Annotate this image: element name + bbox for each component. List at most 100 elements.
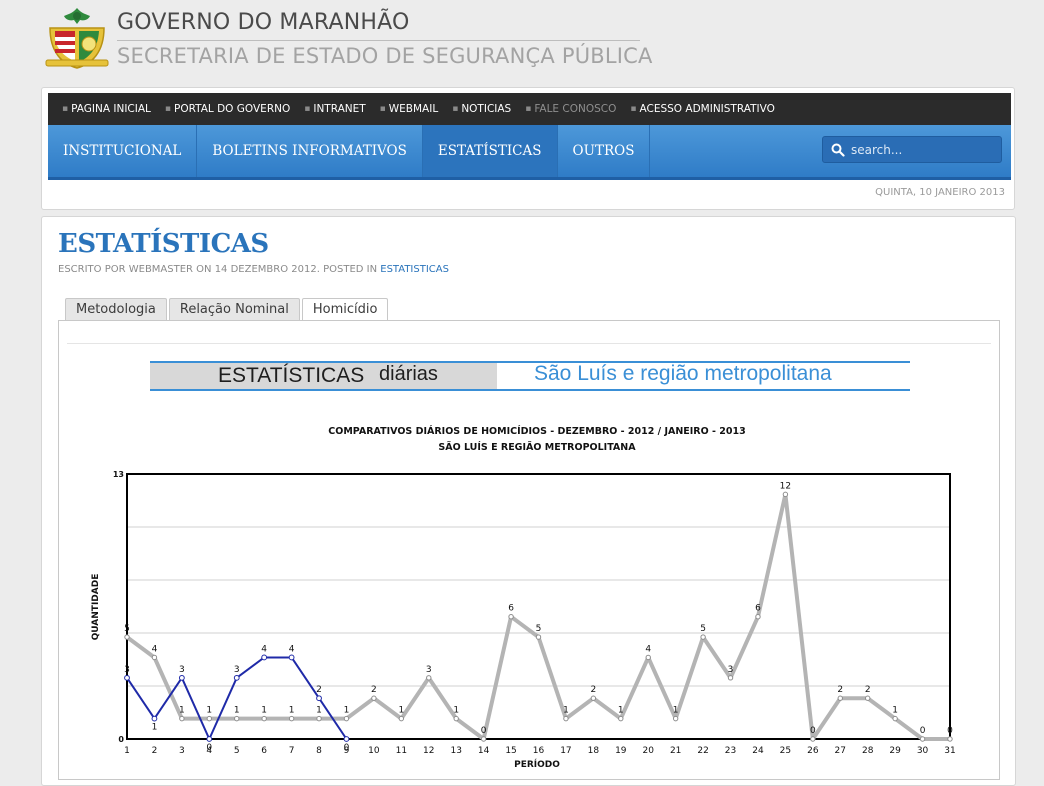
data-label: 1 <box>398 706 404 716</box>
x-tick-label: 8 <box>316 746 322 756</box>
y-axis-label: QUANTIDADE <box>91 574 101 641</box>
plot-area <box>127 474 950 739</box>
search-icon <box>831 143 845 157</box>
data-point <box>727 675 734 681</box>
banner-middle-text: diárias <box>379 363 438 385</box>
nav-item-institucional[interactable]: INSTITUCIONAL <box>48 125 198 177</box>
nav-item-boletins-informativos[interactable]: BOLETINS INFORMATIVOS <box>197 125 423 177</box>
data-point <box>947 736 953 742</box>
x-tick-label: 26 <box>807 746 819 756</box>
data-label: 2 <box>865 685 871 695</box>
data-label: 1 <box>618 706 624 716</box>
data-point <box>206 736 213 742</box>
chart-subtitle: SÃO LUÍS E REGIÃO METROPOLITANA <box>438 441 636 453</box>
x-tick-label: 13 <box>450 746 461 756</box>
x-tick-label: 14 <box>478 746 490 756</box>
data-point <box>151 715 158 722</box>
data-label: 5 <box>124 624 130 634</box>
data-point <box>480 736 487 742</box>
x-tick-label: 20 <box>643 746 655 756</box>
data-label: 1 <box>206 706 212 716</box>
x-tick-label: 30 <box>917 746 929 756</box>
state-crest-logo[interactable] <box>44 6 110 72</box>
data-point <box>892 715 898 722</box>
data-point <box>206 715 213 722</box>
search-input[interactable] <box>849 141 993 158</box>
x-tick-label: 1 <box>124 746 130 756</box>
data-label: 1 <box>892 706 898 716</box>
x-tick-label: 2 <box>152 746 158 756</box>
top-link-acesso-administrativo[interactable]: ▪ ACESSO ADMINISTRATIVO <box>630 103 774 115</box>
top-link-noticias[interactable]: ▪ NOTICIAS <box>452 103 511 115</box>
data-point <box>179 715 185 722</box>
data-point <box>178 674 185 681</box>
title-divider <box>117 40 640 41</box>
homicide-line-chart: COMPARATIVOS DIÁRIOS DE HOMICÍDIOS - DEZ… <box>91 425 956 770</box>
bullet-icon: ▪ <box>630 104 637 114</box>
data-point <box>124 674 130 681</box>
data-label: 0 <box>947 726 953 736</box>
x-tick-label: 25 <box>780 746 791 756</box>
data-label: 12 <box>780 481 791 491</box>
x-tick-label: 11 <box>396 746 407 756</box>
bullet-icon: ▪ <box>525 104 532 114</box>
top-link-fale-conosco[interactable]: ▪ FALE CONOSCO <box>525 103 616 115</box>
site-title: GOVERNO DO MARANHÃO <box>117 10 410 35</box>
data-point <box>563 715 569 722</box>
category-link[interactable]: ESTATISTICAS <box>380 264 449 275</box>
data-label: 0 <box>206 743 212 753</box>
data-label: 3 <box>234 665 240 675</box>
top-link-portal-do-governo[interactable]: ▪ PORTAL DO GOVERNO <box>165 103 290 115</box>
data-point <box>755 613 761 620</box>
x-tick-label: 18 <box>588 746 600 756</box>
x-tick-label: 12 <box>423 746 434 756</box>
x-tick-label: 23 <box>725 746 736 756</box>
data-point <box>672 715 679 722</box>
data-label: 3 <box>179 665 185 675</box>
data-point <box>371 695 377 701</box>
byline-text: ESCRITO POR WEBMASTER ON 14 DEZEMBRO 201… <box>58 264 378 275</box>
banner-right-text: São Luís e região metropolitana <box>534 362 832 385</box>
y-tick-label: 0 <box>118 735 124 744</box>
data-point <box>810 736 816 742</box>
data-label: 4 <box>645 644 651 654</box>
data-label: 0 <box>344 743 350 753</box>
data-label: 1 <box>673 706 679 716</box>
x-tick-label: 28 <box>862 746 874 756</box>
nav-item-estatisticas[interactable]: ESTATÍSTICAS <box>422 125 558 177</box>
data-point <box>782 491 789 498</box>
search-box <box>822 136 1002 163</box>
tab-homicidio[interactable]: Homicídio <box>301 298 389 322</box>
x-tick-label: 3 <box>179 746 185 756</box>
x-tick-label: 29 <box>889 746 901 756</box>
data-label: 0 <box>810 726 816 736</box>
data-point <box>919 736 926 742</box>
data-label: 1 <box>316 706 322 716</box>
bullet-icon: ▪ <box>164 104 171 114</box>
data-point <box>316 715 322 722</box>
nav-item-outros[interactable]: OUTROS <box>558 125 651 177</box>
data-label: 6 <box>755 604 761 614</box>
x-tick-label: 22 <box>697 746 708 756</box>
data-label: 5 <box>536 624 542 634</box>
data-point <box>453 715 459 722</box>
page-title: ESTATÍSTICAS <box>58 229 269 259</box>
navigation-panel: ▪ PAGINA INICIAL ▪ PORTAL DO GOVERNO ▪ INTR… <box>41 87 1015 210</box>
tab-metodologia[interactable]: Metodologia <box>65 298 167 321</box>
top-link-pagina-inicial[interactable]: ▪ PAGINA INICIAL <box>62 103 151 115</box>
data-label: 2 <box>837 685 843 695</box>
x-tick-label: 7 <box>289 746 295 756</box>
tab-content: ESTATÍSTICAS diárias São Luís e região m… <box>58 320 1000 780</box>
top-link-webmail[interactable]: ▪ WEBMAIL <box>380 103 439 115</box>
main-menu: INSTITUCIONAL BOLETINS INFORMATIVOS ESTA… <box>48 125 1011 180</box>
x-tick-label: 6 <box>261 746 267 756</box>
data-point <box>151 654 158 661</box>
x-tick-label: 5 <box>234 746 240 756</box>
tab-relacao-nominal[interactable]: Relação Nominal <box>168 298 300 321</box>
data-label: 0 <box>481 726 487 736</box>
data-point <box>590 695 597 701</box>
top-link-intranet[interactable]: ▪ INTRANET <box>304 103 365 115</box>
x-tick-label: 27 <box>835 746 846 756</box>
data-point <box>288 715 295 722</box>
bullet-icon: ▪ <box>62 104 69 114</box>
